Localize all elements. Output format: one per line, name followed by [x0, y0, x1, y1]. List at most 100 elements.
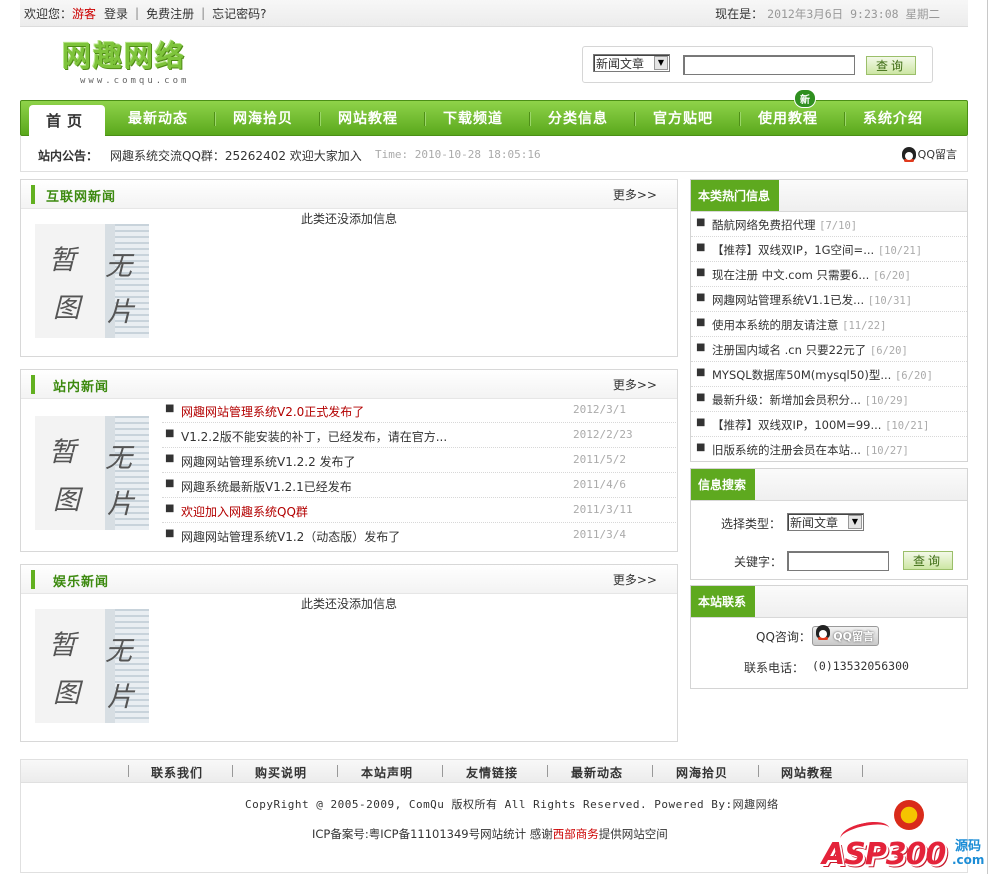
hot-item-text[interactable]: 现在注册 中文.com 只需要6... [6/20] [712, 267, 911, 283]
hot-item-text[interactable]: 网趣网站管理系统V1.1已发... [10/31] [712, 292, 912, 308]
info-type-select[interactable]: 新闻文章 ▼ [787, 513, 864, 531]
announcement-link[interactable]: 网趣系统交流QQ群：25262402 欢迎大家加入 [110, 147, 362, 164]
list-item[interactable]: ■ 网趣系统最新版V1.2.1已经发布 2011/4/6 [162, 473, 678, 498]
nav-item-about[interactable]: 系统介绍 [863, 101, 923, 135]
list-item[interactable]: ■ 网趣网站管理系统V1.2（动态版）发布了 2011/3/4 [162, 523, 678, 548]
footer-link-collection[interactable]: 网海拾贝 [676, 764, 728, 781]
list-item[interactable]: ■ V1.2.2版不能安装的补丁，已经发布，请在官方... 2012/2/23 [162, 423, 678, 448]
nav-separator [424, 112, 425, 126]
hot-item-count: [10/29] [864, 395, 909, 407]
nav-item-classified[interactable]: 分类信息 [548, 101, 608, 135]
hot-item-text[interactable]: MYSQL数据库50M(mysql50)型... [6/20] [712, 367, 933, 383]
bullet-icon: ■ [696, 442, 706, 453]
hot-info-box: 本类热门信息 ■ 酷航网络免费招代理 [7/10] ■ 【推荐】双线双IP，1G空间… [690, 179, 968, 462]
list-item[interactable]: ■ 网趣网站管理系统V2.0正式发布了 2012/3/1 [162, 398, 678, 423]
hot-item-title: 【推荐】双线双IP，100M=99... [712, 418, 882, 432]
list-item[interactable]: ■ 网趣网站管理系统V1.2.2 发布了 2011/5/2 [162, 448, 678, 473]
list-item[interactable]: ■ 最新升级：新增加会员积分... [10/29] [691, 387, 967, 412]
search-input[interactable] [683, 55, 855, 75]
nav-item-latest[interactable]: 最新动态 [128, 101, 188, 135]
search-category-select[interactable]: 新闻文章 ▼ [593, 54, 670, 72]
panel-title: 互联网新闻 [46, 190, 117, 205]
news-title[interactable]: 网趣网站管理系统V1.2（动态版）发布了 [181, 528, 400, 545]
qq-message-link[interactable]: QQ留言 [901, 146, 957, 162]
list-item[interactable]: ■ MYSQL数据库50M(mysql50)型... [6/20] [691, 362, 967, 387]
list-item[interactable]: ■ 现在注册 中文.com 只需要6... [6/20] [691, 262, 967, 287]
phone-number: (0)13532056300 [812, 659, 909, 673]
placeholder-char: 无 [105, 251, 132, 282]
hot-item-text[interactable]: 旧版系统的注册会员在本站... [10/27] [712, 442, 909, 458]
info-search-button[interactable]: 查询 [903, 551, 953, 570]
hot-item-text[interactable]: 【推荐】双线双IP，100M=99... [10/21] [712, 417, 929, 433]
hot-item-count: [10/21] [885, 420, 930, 432]
qq-penguin-icon [816, 625, 830, 640]
nav-item-tutorial[interactable]: 网站教程 [338, 101, 398, 135]
hot-item-text[interactable]: 使用本系统的朋友请注意 [11/22] [712, 317, 886, 333]
list-item[interactable]: ■ 使用本系统的朋友请注意 [11/22] [691, 312, 967, 337]
more-link[interactable]: 更多>> [613, 186, 657, 203]
panel-entertainment-news: 娱乐新闻 更多>> 此类还没添加信息 暂 无 图 片 [20, 564, 678, 742]
list-item[interactable]: ■ 欢迎加入网趣系统QQ群 2011/3/11 [162, 498, 678, 523]
announcement-time: Time: 2010-10-28 18:05:16 [375, 148, 541, 161]
placeholder-char: 无 [105, 636, 132, 667]
nav-item-forum[interactable]: 官方贴吧 [653, 101, 713, 135]
bullet-icon: ■ [696, 342, 706, 353]
hot-item-title: 旧版系统的注册会员在本站... [712, 443, 861, 457]
qq-button-label: QQ留言 [833, 630, 874, 643]
site-logo[interactable]: 网趣网络 www.comqu.com [62, 38, 212, 94]
list-item[interactable]: ■ 【推荐】双线双IP，1G空间=... [10/21] [691, 237, 967, 262]
login-link[interactable]: 登录 [104, 5, 128, 22]
bullet-icon: ■ [696, 267, 706, 278]
news-date: 2011/5/2 [573, 453, 626, 466]
no-image-placeholder: 暂 无 图 片 [35, 609, 149, 723]
panel-header: 互联网新闻 更多>> [21, 180, 677, 209]
footer-separator [337, 765, 338, 777]
box-header: 信息搜索 [691, 469, 967, 501]
hot-item-text[interactable]: 酷航网络免费招代理 [7/10] [712, 217, 857, 233]
info-type-value: 新闻文章 [790, 516, 839, 530]
footer-link-statement[interactable]: 本站声明 [361, 764, 413, 781]
box-title: 信息搜索 [691, 469, 756, 500]
keyword-input[interactable] [787, 551, 889, 571]
register-link[interactable]: 免费注册 [146, 5, 194, 22]
footer-link-latest[interactable]: 最新动态 [571, 764, 623, 781]
nav-home[interactable]: 首页 [29, 105, 105, 136]
search-button[interactable]: 查询 [866, 56, 916, 75]
news-title[interactable]: V1.2.2版不能安装的补丁，已经发布，请在官方... [181, 428, 447, 445]
panel-title: 娱乐新闻 [53, 575, 110, 590]
more-link[interactable]: 更多>> [613, 376, 657, 393]
news-date: 2011/3/4 [573, 528, 626, 541]
placeholder-char: 暂 [49, 630, 76, 661]
footer-link-purchase[interactable]: 购买说明 [255, 764, 307, 781]
placeholder-char: 暂 [49, 245, 76, 276]
nav-item-collection[interactable]: 网海拾贝 [233, 101, 293, 135]
welcome-text: 欢迎您： [24, 6, 73, 21]
news-title[interactable]: 网趣系统最新版V1.2.1已经发布 [181, 478, 352, 495]
list-item[interactable]: ■ 网趣网站管理系统V1.1已发... [10/31] [691, 287, 967, 312]
forgot-password-link[interactable]: 忘记密码? [212, 5, 266, 22]
link-separator: | [135, 6, 140, 20]
hot-item-text[interactable]: 最新升级：新增加会员积分... [10/29] [712, 392, 909, 408]
qq-message-button[interactable]: QQ留言 [812, 625, 879, 646]
qq-penguin-icon [901, 147, 916, 162]
host-link[interactable]: 西部商务 [553, 827, 599, 841]
bullet-icon: ■ [696, 292, 706, 303]
news-title[interactable]: 网趣网站管理系统V2.0正式发布了 [181, 403, 364, 420]
footer-link-friends[interactable]: 友情链接 [466, 764, 518, 781]
hot-item-count: [11/22] [842, 320, 887, 332]
news-title[interactable]: 欢迎加入网趣系统QQ群 [181, 503, 308, 520]
bullet-icon: ■ [696, 242, 706, 253]
footer-link-contact[interactable]: 联系我们 [151, 764, 203, 781]
list-item[interactable]: ■ 【推荐】双线双IP，100M=99... [10/21] [691, 412, 967, 437]
nav-item-download[interactable]: 下载频道 [443, 101, 503, 135]
list-item[interactable]: ■ 注册国内域名 .cn 只要22元了 [6/20] [691, 337, 967, 362]
more-link[interactable]: 更多>> [613, 571, 657, 588]
list-item[interactable]: ■ 酷航网络免费招代理 [7/10] [691, 212, 967, 237]
hot-item-text[interactable]: 注册国内域名 .cn 只要22元了 [6/20] [712, 342, 908, 358]
footer-link-tutorial[interactable]: 网站教程 [781, 764, 833, 781]
hot-item-count: [10/27] [864, 445, 909, 457]
footer-separator [862, 765, 863, 777]
hot-item-text[interactable]: 【推荐】双线双IP，1G空间=... [10/21] [712, 242, 922, 258]
news-title[interactable]: 网趣网站管理系统V1.2.2 发布了 [181, 453, 356, 470]
list-item[interactable]: ■ 旧版系统的注册会员在本站... [10/27] [691, 437, 967, 462]
